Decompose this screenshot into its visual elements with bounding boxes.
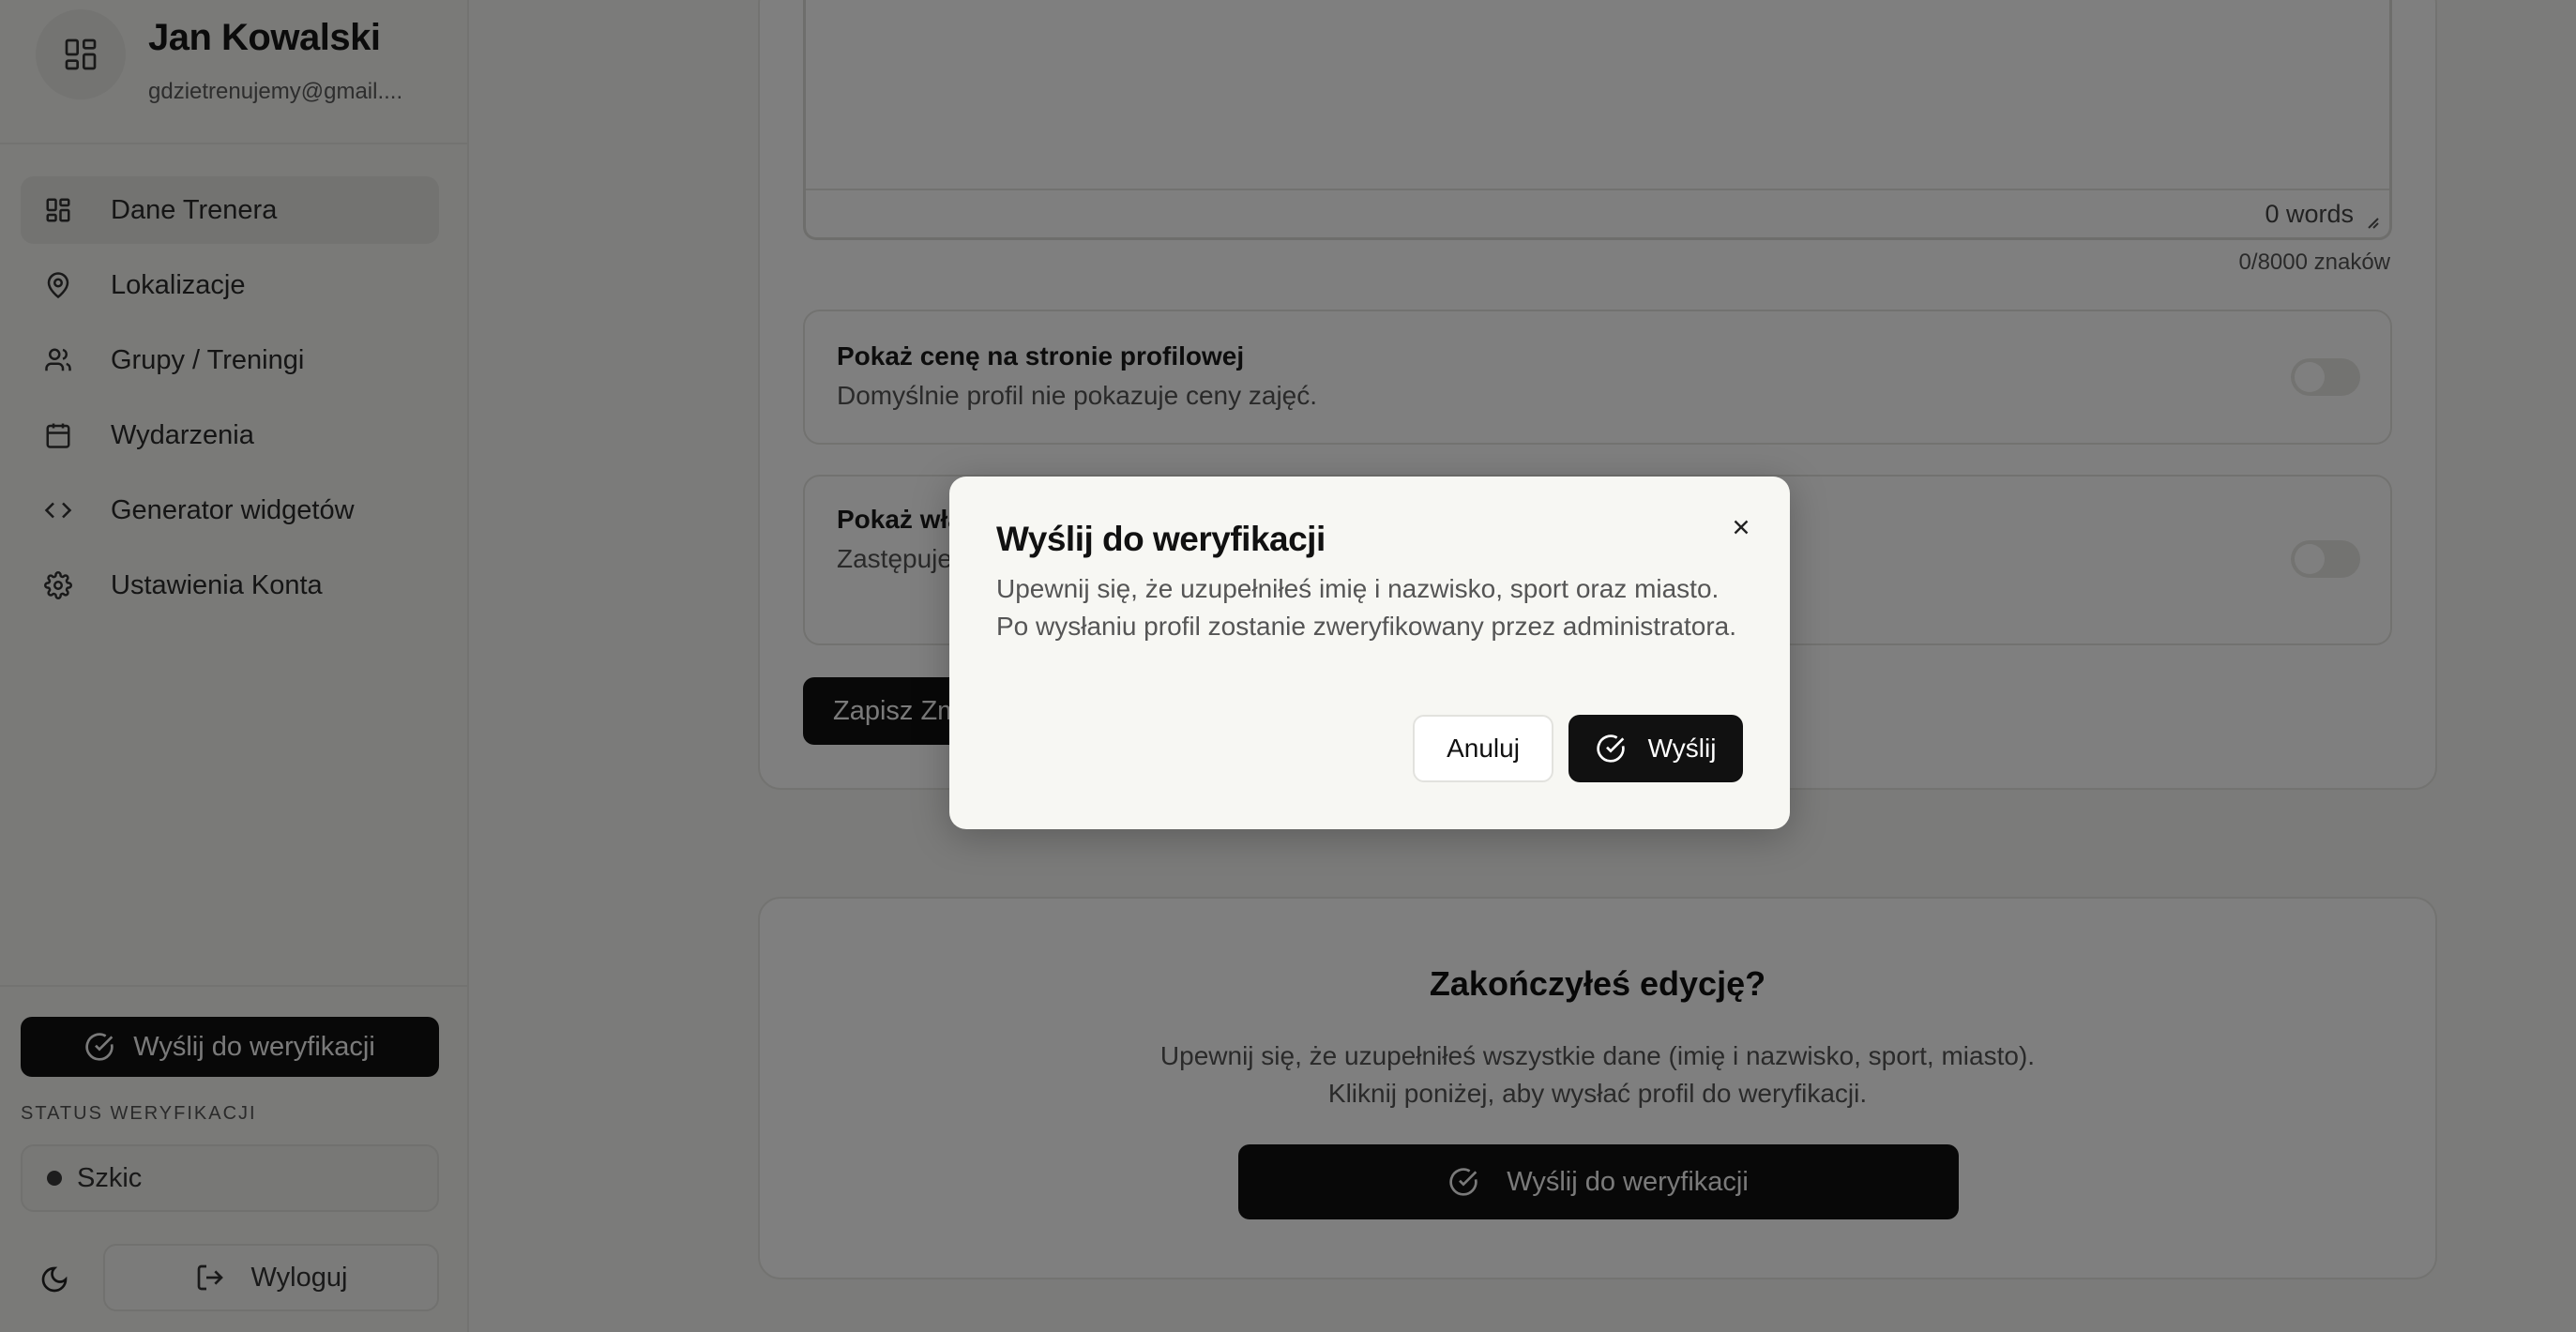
dialog-description: Upewnij się, że uzupełniłeś imię i nazwi… <box>996 574 1736 641</box>
close-button[interactable] <box>1722 508 1760 546</box>
check-circle-icon <box>1596 734 1626 764</box>
cancel-button[interactable]: Anuluj <box>1413 715 1553 782</box>
button-label: Wyślij <box>1647 734 1717 763</box>
close-icon <box>1729 515 1753 539</box>
verification-dialog: Wyślij do weryfikacji Upewnij się, że uz… <box>949 477 1790 829</box>
confirm-send-button[interactable]: Wyślij <box>1568 715 1743 782</box>
dialog-title: Wyślij do weryfikacji <box>996 520 1326 558</box>
